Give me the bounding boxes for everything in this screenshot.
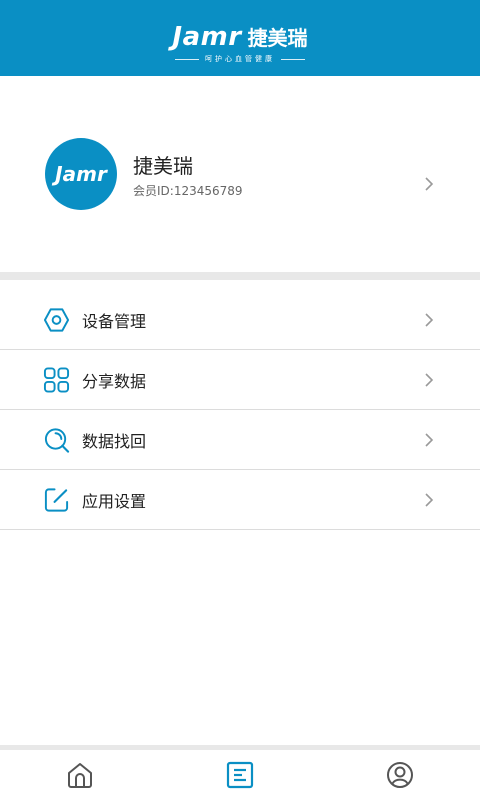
settings-menu: 设备管理 分享数据 数据找回 应用设置	[0, 290, 480, 530]
menu-item-label: 数据找回	[82, 431, 147, 451]
avatar-text: Jamr	[55, 162, 107, 186]
chevron-right-icon	[425, 432, 434, 447]
section-divider	[0, 272, 480, 280]
app-header: Jamr 捷美瑞 呵护心血管健康	[0, 0, 480, 76]
grid-icon	[43, 366, 70, 393]
tagline-rule-left	[175, 58, 199, 60]
tab-profile[interactable]	[320, 750, 480, 800]
brand-name-cn: 捷美瑞	[247, 26, 308, 50]
home-icon	[68, 763, 92, 788]
menu-item-device-management[interactable]: 设备管理	[0, 290, 480, 350]
brand-tagline: 呵护心血管健康	[205, 55, 275, 63]
bottom-tab-bar	[0, 750, 480, 800]
member-id: 会员ID:123456789	[133, 184, 243, 198]
menu-item-app-settings[interactable]: 应用设置	[0, 470, 480, 530]
menu-item-data-recovery[interactable]: 数据找回	[0, 410, 480, 470]
profile-name: 捷美瑞	[133, 154, 193, 178]
tab-home[interactable]	[0, 750, 160, 800]
tagline-rule-right	[281, 58, 305, 60]
search-icon	[44, 427, 70, 453]
hexagon-nut-icon	[43, 307, 70, 332]
avatar: Jamr	[45, 138, 117, 210]
edit-icon	[44, 487, 69, 512]
menu-item-label: 分享数据	[82, 371, 147, 391]
chevron-right-icon	[425, 372, 434, 387]
menu-item-label: 设备管理	[82, 311, 147, 331]
tab-records[interactable]	[160, 750, 320, 800]
menu-item-share-data[interactable]: 分享数据	[0, 350, 480, 410]
list-icon	[226, 761, 254, 789]
profile-card[interactable]: Jamr 捷美瑞 会员ID:123456789	[0, 76, 480, 272]
chevron-right-icon	[425, 177, 434, 191]
menu-item-label: 应用设置	[82, 491, 147, 511]
chevron-right-icon	[425, 492, 434, 507]
chevron-right-icon	[425, 312, 434, 327]
user-icon	[387, 762, 413, 788]
brand-name-en: Jamr	[172, 22, 242, 52]
brand-logo: Jamr 捷美瑞 呵护心血管健康	[0, 22, 480, 64]
